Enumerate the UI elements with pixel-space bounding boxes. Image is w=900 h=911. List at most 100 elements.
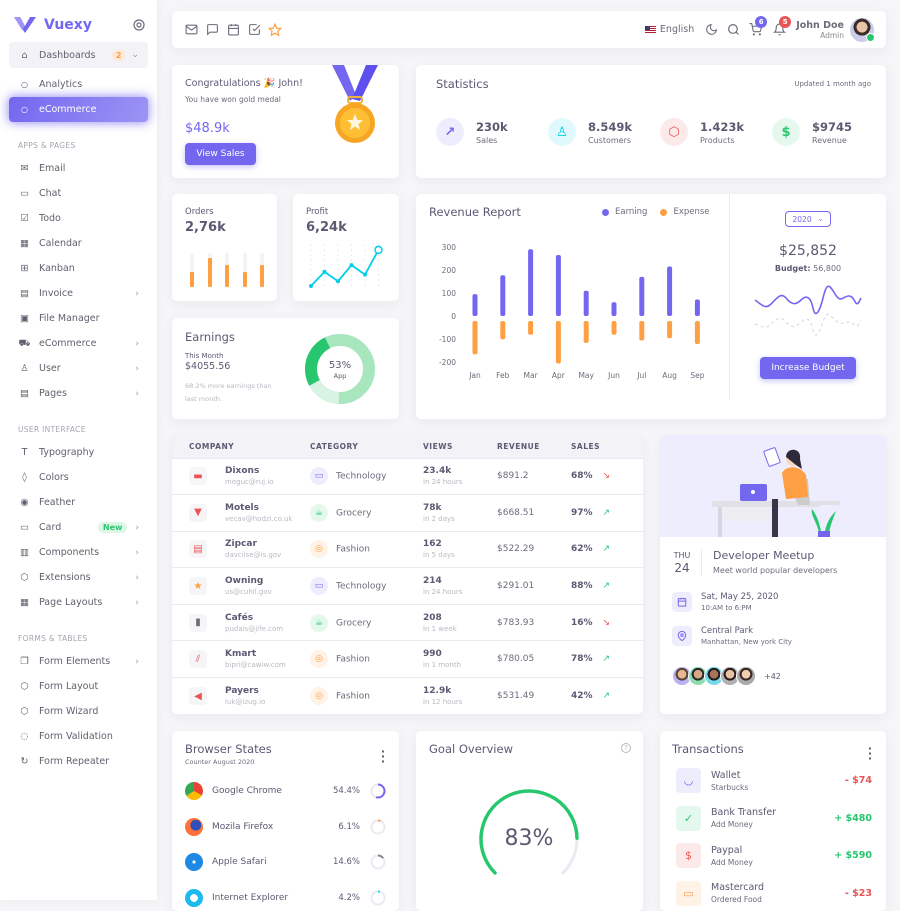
- sidebar-item-page-layouts[interactable]: ▦ Page Layouts ›: [9, 590, 148, 615]
- sidebar-sections: APPS & PAGES ✉ Email ▭ Chat ☑ Todo ▦ Calendar ⊞ Ka…: [0, 141, 157, 774]
- sidebar-item-form-layout[interactable]: ⬡ Form Layout: [9, 674, 148, 699]
- table-row[interactable]: ▼ Motels vecav@hodzi.co.uk ☕ Grocery 78k in 2 …: [172, 494, 643, 532]
- view-sales-button[interactable]: View Sales: [185, 143, 256, 165]
- column-header-revenue[interactable]: REVENUE: [497, 435, 571, 458]
- calendar-icon[interactable]: [226, 23, 240, 37]
- transaction-text: Bank Transfer Add Money: [711, 807, 776, 829]
- sidebar-item-email[interactable]: ✉ Email: [9, 156, 148, 181]
- us-flag-icon: [644, 25, 656, 34]
- column-header-sales[interactable]: SALES: [571, 435, 643, 458]
- expense-bar: [639, 321, 645, 341]
- shopping-cart-icon[interactable]: 6: [748, 15, 768, 37]
- earning-bar: [639, 276, 645, 316]
- company-wrap: ★ Owning us@cuhil.gov: [189, 576, 310, 596]
- increase-budget-button[interactable]: Increase Budget: [760, 357, 856, 379]
- new-badge: New: [97, 522, 128, 533]
- revenue-cell: $891.2: [497, 457, 571, 495]
- sidebar-item-label: Chat: [39, 188, 62, 199]
- earning-bar: [667, 266, 673, 316]
- more-vertical-icon[interactable]: · · ·: [868, 743, 872, 764]
- company-name: Zipcar: [225, 539, 257, 550]
- sidebar-item-calendar[interactable]: ▦ Calendar: [9, 231, 148, 256]
- sidebar-item-feather[interactable]: ◉ Feather: [9, 490, 148, 515]
- transaction-row[interactable]: ◡ Wallet Starbucks - $74: [676, 768, 872, 793]
- column-header-category[interactable]: CATEGORY: [310, 435, 423, 458]
- coffee-icon: ☕: [310, 613, 328, 632]
- transaction-text: Wallet Starbucks: [711, 770, 748, 792]
- sidebar-item-user[interactable]: ♙ User ›: [9, 356, 148, 381]
- transaction-row[interactable]: ▭ Mastercard Ordered Food - $23: [676, 880, 872, 906]
- sidebar-item-dashboards[interactable]: ⌂ Dashboards 2 ⌄: [9, 42, 148, 68]
- category-cell: ◎ Fashion: [310, 640, 423, 678]
- sidebar-item-colors[interactable]: ◊ Colors: [9, 465, 148, 490]
- sidebar-item-ecommerce-dashboard[interactable]: ○ eCommerce: [9, 97, 148, 122]
- transaction-row[interactable]: $ Paypal Add Money + $590: [676, 843, 872, 868]
- column-header-company[interactable]: COMPANY: [172, 435, 310, 458]
- cart-count-badge: 6: [755, 15, 768, 28]
- sidebar-item-analytics[interactable]: ○ Analytics: [9, 72, 148, 97]
- year-select[interactable]: 2020 ⌄: [785, 211, 831, 227]
- column-header-views[interactable]: VIEWS: [423, 435, 497, 458]
- y-tick-label: 100: [442, 289, 457, 298]
- search-icon[interactable]: [726, 23, 740, 37]
- language-selector[interactable]: English: [644, 24, 694, 35]
- sidebar-item-form-validation[interactable]: ◌ Form Validation: [9, 724, 148, 749]
- avatar[interactable]: [850, 17, 875, 42]
- table-row[interactable]: ⫽ Kmart bipri@cawiw.com ◎ Fashion 990 in 1 mon…: [172, 640, 643, 678]
- profit-point: [336, 279, 340, 284]
- table-row[interactable]: ▤ Zipcar davcilse@is.gov ◎ Fashion 162 in 5 da…: [172, 530, 643, 568]
- transaction-sub: Add Money: [711, 857, 753, 867]
- profit-card: Profit 6,24k: [293, 194, 399, 301]
- sidebar-item-file-manager[interactable]: ▣ File Manager: [9, 306, 148, 331]
- sidebar-item-label: Components: [39, 547, 100, 558]
- stat-label: Revenue: [812, 135, 847, 145]
- views-time: in 24 hours: [423, 588, 463, 597]
- sidebar-item-pages[interactable]: ▤ Pages ›: [9, 381, 148, 406]
- company-cell: ◀ Payers luk@izug.io: [172, 677, 310, 714]
- sidebar-item-form-elements[interactable]: ❐ Form Elements ›: [9, 649, 148, 674]
- sidebar-item-ecommerce[interactable]: ⛟ eCommerce ›: [9, 331, 148, 356]
- mail-icon[interactable]: [184, 23, 198, 37]
- x-tick-label: Mar: [524, 371, 539, 380]
- check-square-icon[interactable]: [247, 23, 261, 37]
- budget-label: Budget:: [774, 264, 811, 273]
- category-label: Fashion: [336, 691, 370, 702]
- transaction-amount: + $480: [834, 812, 872, 824]
- sidebar-item-components[interactable]: ▥ Components ›: [9, 540, 148, 565]
- more-vertical-icon[interactable]: · · ·: [381, 746, 385, 767]
- table-row[interactable]: ▮ Cafés pudais@jife.com ☕ Grocery 208 in 1 wee…: [172, 603, 643, 641]
- sidebar-item-label: Form Validation: [39, 731, 113, 742]
- chevron-right-icon: ›: [135, 522, 139, 533]
- table-row[interactable]: ★ Owning us@cuhil.gov ▭ Technology 214 in 24 h…: [172, 567, 643, 605]
- sales-cell: 97% ↗: [571, 494, 643, 532]
- sales-cell: 16% ↘: [571, 603, 643, 641]
- sidebar-item-card[interactable]: ▭ Card New ›: [9, 515, 148, 540]
- sidebar-item-form-wizard[interactable]: ⬡ Form Wizard: [9, 699, 148, 724]
- company-cell: ★ Owning us@cuhil.gov: [172, 567, 310, 605]
- sidebar-item-invoice[interactable]: ▤ Invoice ›: [9, 281, 148, 306]
- meetup-subtitle: Meet world popular developers: [713, 566, 838, 575]
- browser-value: 54.4%: [332, 786, 360, 796]
- table-row[interactable]: ▬ Dixons meguc@ruj.io ▭ Technology 23.4k in 24…: [172, 457, 643, 495]
- moon-icon[interactable]: [704, 23, 718, 37]
- message-square-icon[interactable]: [205, 23, 219, 37]
- profit-point: [374, 245, 383, 255]
- expense-bar: [555, 321, 561, 364]
- sidebar-item-form-repeater[interactable]: ↻ Form Repeater: [9, 749, 148, 774]
- sidebar-item-typography[interactable]: T Typography: [9, 440, 148, 465]
- table-row[interactable]: ◀ Payers luk@izug.io ◎ Fashion 12.9k in 12 hou…: [172, 677, 643, 714]
- toggle-sidebar-icon[interactable]: [133, 19, 145, 31]
- sales-value: 16%: [571, 617, 593, 628]
- sidebar-item-label: File Manager: [39, 313, 100, 324]
- bell-icon[interactable]: 5: [772, 15, 792, 37]
- star-icon[interactable]: [268, 22, 282, 37]
- sidebar-item-label: Dashboards: [39, 49, 96, 61]
- avatar[interactable]: [736, 666, 756, 686]
- expense-bar: [667, 321, 673, 339]
- sidebar-item-chat[interactable]: ▭ Chat: [9, 181, 148, 206]
- sidebar-item-kanban[interactable]: ⊞ Kanban: [9, 256, 148, 281]
- user-menu[interactable]: John Doe Admin: [796, 20, 844, 40]
- sidebar-item-extensions[interactable]: ⬡ Extensions ›: [9, 565, 148, 590]
- transaction-row[interactable]: ✓ Bank Transfer Add Money + $480: [676, 805, 872, 831]
- sidebar-item-todo[interactable]: ☑ Todo: [9, 206, 148, 231]
